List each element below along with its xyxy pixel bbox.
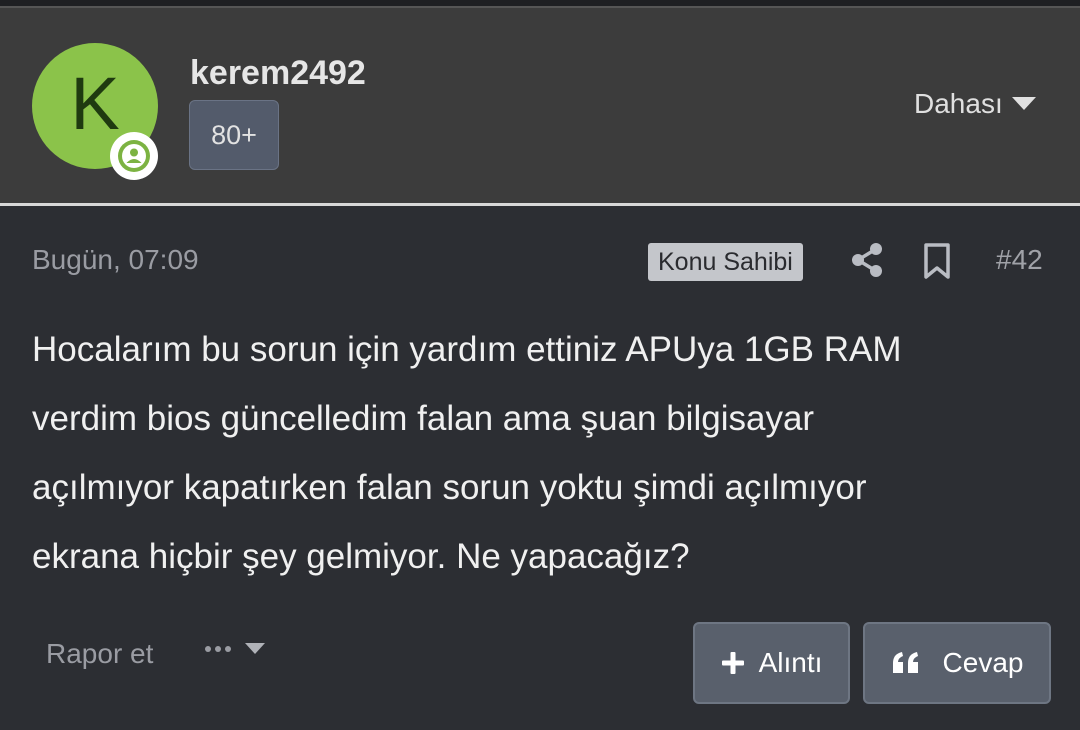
plus-icon — [721, 652, 744, 674]
online-status-badge — [110, 132, 158, 180]
quote-button[interactable]: Alıntı — [693, 622, 850, 704]
ellipsis-icon — [205, 646, 231, 652]
share-icon[interactable] — [850, 242, 884, 278]
username[interactable]: kerem2492 — [190, 54, 366, 93]
chevron-down-icon — [1011, 97, 1036, 110]
chevron-down-icon — [245, 643, 265, 654]
bookmark-icon[interactable] — [923, 243, 951, 279]
rank-badge: 80+ — [189, 100, 279, 170]
avatar-letter: K — [70, 62, 120, 145]
quote-icon — [892, 652, 918, 673]
online-user-icon — [118, 140, 150, 172]
reply-button-label: Cevap — [942, 647, 1024, 678]
more-menu-label: Dahası — [914, 88, 1003, 119]
owner-badge: Konu Sahibi — [648, 243, 803, 281]
post-line: ekrana hiçbir şey gelmiyor. Ne yapacağız… — [32, 537, 690, 576]
post-number[interactable]: #42 — [996, 244, 1043, 276]
post-line: verdim bios güncelledim falan ama şuan b… — [32, 399, 815, 438]
post-message: Hocalarım bu sorun için yardım ettiniz A… — [32, 315, 1052, 591]
reply-button[interactable]: Cevap — [863, 622, 1051, 704]
user-header: K kerem2492 80+ Dahası — [0, 8, 1080, 203]
post-line: Hocalarım bu sorun için yardım ettiniz A… — [32, 330, 902, 369]
post-date[interactable]: Bugün, 07:09 — [32, 244, 199, 276]
more-menu-button[interactable]: Dahası — [914, 88, 1037, 120]
post-line: açılmıyor kapatırken falan sorun yoktu ş… — [32, 468, 867, 507]
top-bar — [0, 0, 1080, 8]
post-options-menu[interactable] — [204, 642, 266, 656]
quote-button-label: Alıntı — [758, 647, 823, 678]
report-link[interactable]: Rapor et — [46, 638, 153, 670]
header-divider — [0, 203, 1080, 206]
